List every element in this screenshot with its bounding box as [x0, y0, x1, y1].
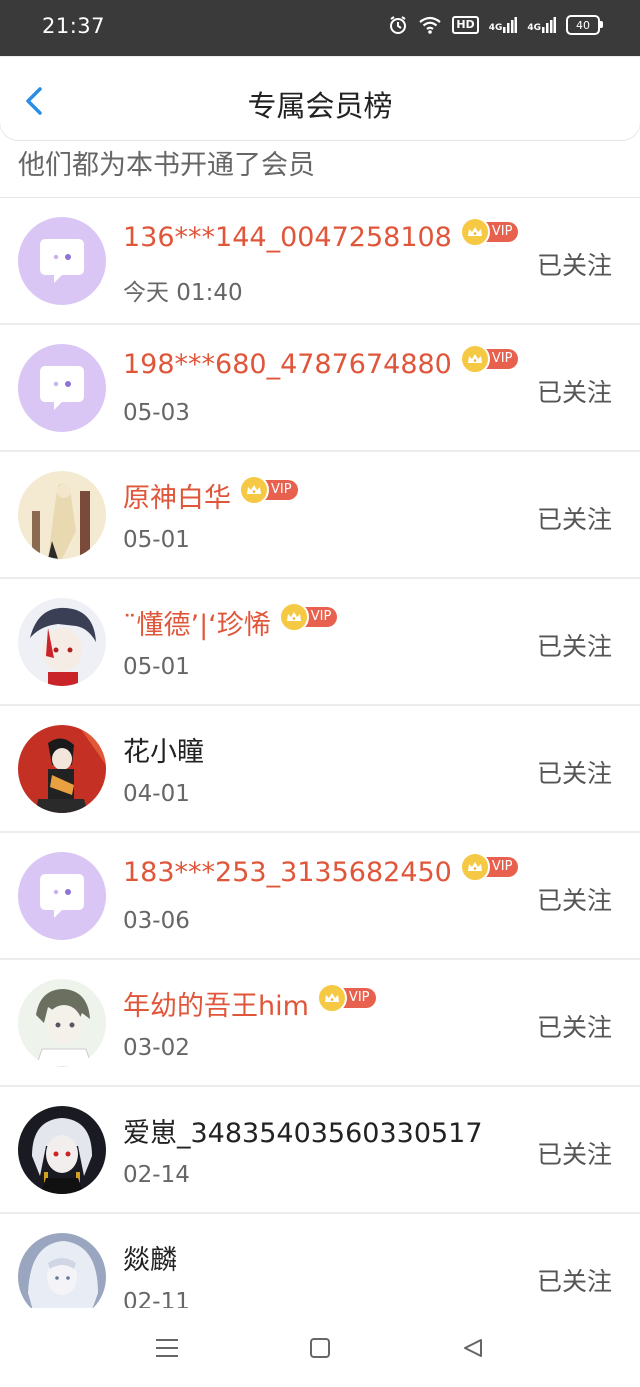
vip-badge: VIP: [459, 851, 519, 882]
member-date: 03-02: [123, 1035, 190, 1061]
crown-icon: [459, 343, 490, 374]
hd-voice-icon: HD: [452, 16, 479, 34]
vip-badge: VIP: [316, 982, 376, 1013]
member-date: 02-14: [123, 1162, 190, 1188]
member-date: 05-03: [123, 400, 190, 426]
follow-button[interactable]: 已关注: [537, 881, 612, 917]
status-icons: HD 4G 4G 40: [388, 15, 603, 35]
crown-icon: [459, 216, 490, 247]
follow-button[interactable]: 已关注: [537, 500, 612, 536]
signal-icon-2: 4G: [527, 17, 556, 33]
avatar[interactable]: [18, 852, 106, 940]
member-name-line: 花小瞳: [123, 730, 204, 769]
member-list: 136***144_0047258108 VIP 今天 01:40 已关注 198***…: [0, 197, 640, 1341]
member-name[interactable]: 花小瞳: [123, 730, 204, 769]
follow-button[interactable]: 已关注: [537, 246, 612, 282]
member-name[interactable]: 爱崽_34835403560330517: [123, 1111, 483, 1150]
home-button[interactable]: [300, 1332, 340, 1364]
wifi-icon: [419, 16, 442, 34]
back-nav-button[interactable]: [453, 1332, 493, 1364]
vip-badge: VIP: [239, 474, 298, 505]
avatar[interactable]: [18, 598, 106, 686]
alarm-icon: [390, 16, 407, 34]
member-name[interactable]: 原神白华: [123, 476, 231, 515]
signal-label-2: 4G: [527, 23, 541, 33]
square-home-icon: [310, 1338, 330, 1358]
member-name[interactable]: 燚麟: [123, 1238, 177, 1277]
signal-icon: 4G: [489, 17, 518, 33]
status-time: 21:37: [42, 14, 106, 38]
follow-button[interactable]: 已关注: [537, 373, 612, 409]
member-date: 03-06: [123, 908, 190, 934]
menu-icon: [156, 1339, 178, 1357]
member-row[interactable]: 198***680_4787674880 VIP 05-03 已关注: [0, 325, 640, 452]
avatar[interactable]: [18, 471, 106, 559]
member-date: 04-01: [123, 781, 190, 807]
vip-badge: VIP: [459, 216, 519, 247]
member-name-line: ¨懂德’|‘珍悕 VIP: [123, 601, 338, 642]
vip-badge: VIP: [278, 601, 338, 632]
crown-icon: [459, 851, 490, 882]
crown-icon: [239, 474, 269, 505]
member-name-line: 183***253_3135682450 VIP: [123, 851, 519, 888]
follow-button[interactable]: 已关注: [537, 1008, 612, 1044]
avatar[interactable]: [18, 725, 106, 813]
member-name[interactable]: 198***680_4787674880: [123, 349, 452, 380]
vip-badge: VIP: [459, 343, 519, 374]
member-date: 05-01: [123, 527, 190, 553]
header: 专属会员榜: [0, 57, 640, 140]
follow-button[interactable]: 已关注: [537, 1262, 612, 1298]
member-name-line: 136***144_0047258108 VIP: [123, 216, 519, 253]
avatar[interactable]: [18, 979, 106, 1067]
member-row[interactable]: 183***253_3135682450 VIP 03-06 已关注: [0, 833, 640, 960]
member-row[interactable]: 花小瞳 04-01 已关注: [0, 706, 640, 833]
member-name[interactable]: ¨懂德’|‘珍悕: [123, 603, 271, 642]
avatar[interactable]: [18, 344, 106, 432]
battery-icon: 40: [566, 15, 603, 35]
member-name-line: 198***680_4787674880 VIP: [123, 343, 519, 380]
member-date: 05-01: [123, 654, 190, 680]
member-name-line: 年幼的吾王him VIP: [123, 982, 376, 1023]
signal-label: 4G: [488, 23, 503, 33]
member-row[interactable]: 136***144_0047258108 VIP 今天 01:40 已关注: [0, 198, 640, 325]
member-name[interactable]: 136***144_0047258108: [123, 222, 452, 253]
member-row[interactable]: 年幼的吾王him VIP 03-02 已关注: [0, 960, 640, 1087]
follow-button[interactable]: 已关注: [537, 1135, 612, 1171]
member-row[interactable]: ¨懂德’|‘珍悕 VIP 05-01 已关注: [0, 579, 640, 706]
crown-icon: [316, 982, 347, 1013]
member-date: 今天 01:40: [123, 280, 243, 306]
member-name[interactable]: 183***253_3135682450: [123, 857, 452, 888]
member-name[interactable]: 年幼的吾王him: [123, 984, 309, 1023]
menu-button[interactable]: [147, 1332, 187, 1364]
follow-button[interactable]: 已关注: [537, 627, 612, 663]
system-nav-bar: [0, 1308, 640, 1387]
member-row[interactable]: 原神白华 VIP 05-01 已关注: [0, 452, 640, 579]
member-name-line: 爱崽_34835403560330517: [123, 1111, 483, 1150]
avatar[interactable]: [18, 217, 106, 305]
status-bar: 21:37 HD 4G 4G 40: [0, 0, 640, 57]
avatar[interactable]: [18, 1106, 106, 1194]
triangle-back-icon: [464, 1339, 482, 1357]
crown-icon: [278, 601, 309, 632]
follow-button[interactable]: 已关注: [537, 754, 612, 790]
member-name-line: 原神白华 VIP: [123, 474, 298, 515]
member-name-line: 燚麟: [123, 1238, 177, 1277]
subtitle: 他们都为本书开通了会员: [18, 150, 315, 181]
member-row[interactable]: 爱崽_34835403560330517 02-14 已关注: [0, 1087, 640, 1214]
page-title: 专属会员榜: [247, 89, 393, 123]
